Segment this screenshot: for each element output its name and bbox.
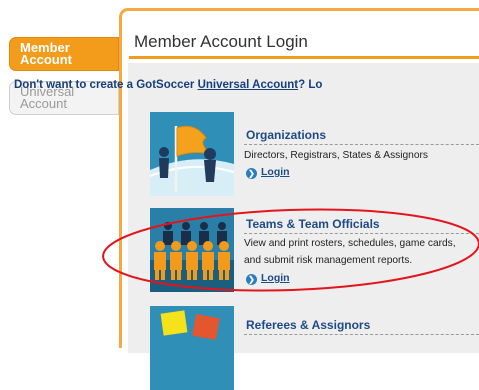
chevron-right-icon: ❯: [246, 274, 257, 285]
organizations-description-line: Directors, Registrars, States & Assignor…: [244, 150, 429, 161]
referees-title: Referees & Assignors: [246, 318, 371, 332]
organizations-login-label: Login: [261, 166, 290, 178]
teams-description: View and print rosters, schedules, game …: [244, 235, 456, 269]
referees-image: [150, 306, 234, 390]
universal-account-promo: Don't want to create a GotSoccer Univers…: [14, 79, 322, 91]
teams-title: Teams & Team Officials: [246, 217, 380, 231]
promo-prefix: Don't want to create a GotSoccer: [14, 79, 198, 91]
teams-description-line-2: and submit risk management reports.: [244, 255, 413, 266]
promo-suffix[interactable]: ? Lo: [298, 79, 322, 91]
tab-member-account[interactable]: Member Account: [9, 37, 119, 71]
referee-cards-icon: [150, 306, 234, 390]
organizations-title: Organizations: [246, 128, 327, 142]
organizations-description: Directors, Registrars, States & Assignor…: [244, 147, 428, 164]
universal-account-link[interactable]: Universal Account: [198, 79, 299, 91]
chevron-right-icon: ❯: [246, 168, 257, 179]
flag-icon: [150, 112, 234, 196]
team-icon: [150, 208, 234, 292]
teams-divider: [244, 233, 479, 234]
teams-description-line-1: View and print rosters, schedules, game …: [244, 238, 456, 249]
teams-login-label: Login: [261, 272, 290, 284]
referees-divider: [244, 334, 479, 335]
organizations-login-link[interactable]: ❯ Login: [246, 166, 290, 179]
page-title: Member Account Login: [134, 32, 308, 51]
title-divider: [129, 56, 479, 59]
organizations-image: [150, 112, 234, 196]
teams-login-link[interactable]: ❯ Login: [246, 272, 290, 285]
teams-image: [150, 208, 234, 292]
organizations-divider: [244, 144, 479, 145]
tab-member-account-label: Member Account: [20, 40, 72, 67]
